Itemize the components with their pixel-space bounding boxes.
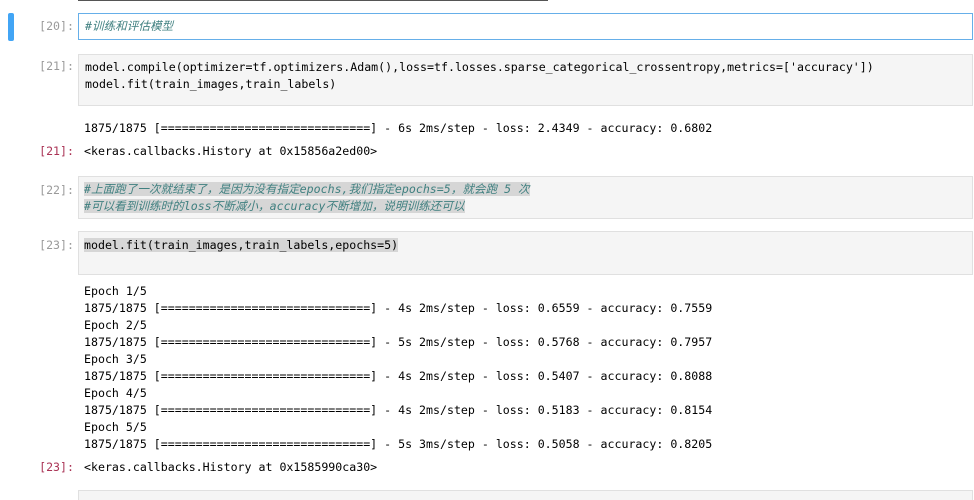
code-cell-21[interactable]: model.compile(optimizer=tf.optimizers.Ad… [78, 54, 973, 106]
input-prompt-21: [21]: [39, 59, 74, 73]
code-cell-20[interactable]: #训练和评估模型 [78, 13, 973, 40]
cell-23-progress-5: 1875/1875 [=============================… [84, 437, 713, 451]
cell-23-epoch-4: Epoch 4/5 [84, 386, 147, 400]
cell-23-epoch-2: Epoch 2/5 [84, 318, 147, 332]
cell-23-result: <keras.callbacks.History at 0x1585990ca3… [84, 460, 378, 474]
cell-21-line-1: model.compile(optimizer=tf.optimizers.Ad… [85, 60, 874, 74]
cell-21-result: <keras.callbacks.History at 0x15856a2ed0… [84, 144, 378, 158]
cell-23-progress-2: 1875/1875 [=============================… [84, 335, 713, 349]
cell-22-comment-2: #可以看到训练时的loss不断减小，accuracy不断增加，说明训练还可以 [84, 199, 465, 213]
cell-21-line-2: model.fit(train_images,train_labels) [85, 77, 337, 91]
cell-21-stream-output: 1875/1875 [=============================… [84, 121, 713, 135]
next-code-cell[interactable] [78, 490, 973, 500]
output-prompt-21: [21]: [39, 144, 74, 158]
cell-23-progress-3: 1875/1875 [=============================… [84, 369, 713, 383]
cell-23-epoch-3: Epoch 3/5 [84, 352, 147, 366]
previous-cell-divider [78, 0, 548, 1]
cell-23-progress-1: 1875/1875 [=============================… [84, 301, 713, 315]
input-prompt-23: [23]: [39, 238, 74, 252]
cell-23-epoch-1: Epoch 1/5 [84, 284, 147, 298]
cell-20-comment: #训练和评估模型 [85, 19, 174, 33]
cell-23-epoch-5: Epoch 5/5 [84, 420, 147, 434]
code-cell-23[interactable]: model.fit(train_images,train_labels,epoc… [78, 231, 973, 275]
cell-23-progress-4: 1875/1875 [=============================… [84, 403, 713, 417]
cell-23-line-1: model.fit(train_images,train_labels,epoc… [84, 238, 399, 252]
input-prompt-22: [22]: [39, 183, 74, 197]
code-cell-22[interactable]: #上面跑了一次就结束了，是因为没有指定epochs,我们指定epochs=5，就… [78, 176, 973, 219]
input-prompt-20: [20]: [39, 19, 74, 33]
output-prompt-23: [23]: [39, 460, 74, 474]
cell-22-comment-1: #上面跑了一次就结束了，是因为没有指定epochs,我们指定epochs=5，就… [84, 182, 530, 196]
